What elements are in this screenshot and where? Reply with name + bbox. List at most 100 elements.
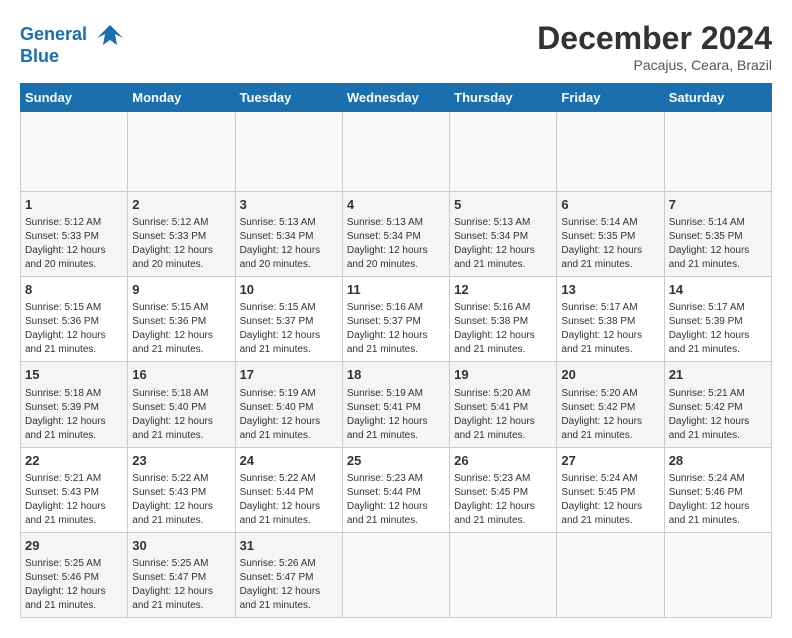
weekday-wednesday: Wednesday — [342, 84, 449, 112]
weekday-tuesday: Tuesday — [235, 84, 342, 112]
calendar-cell: 14 Sunrise: 5:17 AM Sunset: 5:39 PM Dayli… — [664, 277, 771, 362]
day-info: Sunrise: 5:12 AM Sunset: 5:33 PM Dayligh… — [25, 216, 123, 272]
day-info: Sunrise: 5:16 AM Sunset: 5:37 PM Dayligh… — [347, 301, 445, 357]
day-number: 7 — [669, 196, 767, 214]
weekday-header-row: SundayMondayTuesdayWednesdayThursdayFrid… — [21, 84, 772, 112]
calendar-cell: 26 Sunrise: 5:23 AM Sunset: 5:45 PM Dayli… — [450, 447, 557, 532]
weekday-saturday: Saturday — [664, 84, 771, 112]
calendar-cell: 20 Sunrise: 5:20 AM Sunset: 5:42 PM Dayli… — [557, 362, 664, 447]
day-number: 13 — [561, 281, 659, 299]
day-info: Sunrise: 5:20 AM Sunset: 5:41 PM Dayligh… — [454, 387, 552, 443]
calendar-week-4: 22 Sunrise: 5:21 AM Sunset: 5:43 PM Dayli… — [21, 447, 772, 532]
day-number: 22 — [25, 452, 123, 470]
calendar-cell — [21, 112, 128, 192]
day-info: Sunrise: 5:21 AM Sunset: 5:43 PM Dayligh… — [25, 472, 123, 528]
day-info: Sunrise: 5:18 AM Sunset: 5:40 PM Dayligh… — [132, 387, 230, 443]
calendar-cell: 9Sunrise: 5:15 AM Sunset: 5:36 PM Daylig… — [128, 277, 235, 362]
day-number: 3 — [240, 196, 338, 214]
calendar-cell: 22 Sunrise: 5:21 AM Sunset: 5:43 PM Dayli… — [21, 447, 128, 532]
logo-bird-icon — [95, 20, 125, 50]
day-number: 15 — [25, 366, 123, 384]
calendar-week-1: 1Sunrise: 5:12 AM Sunset: 5:33 PM Daylig… — [21, 192, 772, 277]
day-number: 26 — [454, 452, 552, 470]
calendar-cell: 15Sunrise: 5:18 AM Sunset: 5:39 PM Dayli… — [21, 362, 128, 447]
day-info: Sunrise: 5:17 AM Sunset: 5:39 PM Dayligh… — [669, 301, 767, 357]
day-number: 31 — [240, 537, 338, 555]
day-number: 8 — [25, 281, 123, 299]
day-info: Sunrise: 5:13 AM Sunset: 5:34 PM Dayligh… — [454, 216, 552, 272]
calendar-body: 1Sunrise: 5:12 AM Sunset: 5:33 PM Daylig… — [21, 112, 772, 618]
calendar-cell — [342, 112, 449, 192]
day-number: 2 — [132, 196, 230, 214]
weekday-thursday: Thursday — [450, 84, 557, 112]
calendar-cell: 10 Sunrise: 5:15 AM Sunset: 5:37 PM Dayli… — [235, 277, 342, 362]
day-info: Sunrise: 5:23 AM Sunset: 5:45 PM Dayligh… — [454, 472, 552, 528]
calendar-cell: 3Sunrise: 5:13 AM Sunset: 5:34 PM Daylig… — [235, 192, 342, 277]
title-block: December 2024 Pacajus, Ceara, Brazil — [537, 20, 772, 73]
day-info: Sunrise: 5:26 AM Sunset: 5:47 PM Dayligh… — [240, 557, 338, 613]
calendar-cell — [664, 532, 771, 617]
calendar-cell — [664, 112, 771, 192]
calendar-week-2: 8 Sunrise: 5:15 AM Sunset: 5:36 PM Daylig… — [21, 277, 772, 362]
day-info: Sunrise: 5:14 AM Sunset: 5:35 PM Dayligh… — [669, 216, 767, 272]
calendar-cell — [450, 112, 557, 192]
location: Pacajus, Ceara, Brazil — [537, 57, 772, 73]
calendar-cell: 30Sunrise: 5:25 AM Sunset: 5:47 PM Dayli… — [128, 532, 235, 617]
calendar-cell: 25Sunrise: 5:23 AM Sunset: 5:44 PM Dayli… — [342, 447, 449, 532]
day-number: 17 — [240, 366, 338, 384]
day-info: Sunrise: 5:24 AM Sunset: 5:45 PM Dayligh… — [561, 472, 659, 528]
day-info: Sunrise: 5:19 AM Sunset: 5:40 PM Dayligh… — [240, 387, 338, 443]
calendar-cell: 5Sunrise: 5:13 AM Sunset: 5:34 PM Daylig… — [450, 192, 557, 277]
calendar-cell: 31 Sunrise: 5:26 AM Sunset: 5:47 PM Dayli… — [235, 532, 342, 617]
day-info: Sunrise: 5:16 AM Sunset: 5:38 PM Dayligh… — [454, 301, 552, 357]
weekday-monday: Monday — [128, 84, 235, 112]
calendar-table: SundayMondayTuesdayWednesdayThursdayFrid… — [20, 83, 772, 618]
calendar-cell: 21Sunrise: 5:21 AM Sunset: 5:42 PM Dayli… — [664, 362, 771, 447]
day-number: 25 — [347, 452, 445, 470]
calendar-cell: 6Sunrise: 5:14 AM Sunset: 5:35 PM Daylig… — [557, 192, 664, 277]
day-number: 24 — [240, 452, 338, 470]
calendar-cell: 27 Sunrise: 5:24 AM Sunset: 5:45 PM Dayli… — [557, 447, 664, 532]
calendar-cell: 28Sunrise: 5:24 AM Sunset: 5:46 PM Dayli… — [664, 447, 771, 532]
day-info: Sunrise: 5:17 AM Sunset: 5:38 PM Dayligh… — [561, 301, 659, 357]
calendar-cell — [342, 532, 449, 617]
day-number: 20 — [561, 366, 659, 384]
day-number: 23 — [132, 452, 230, 470]
calendar-cell — [450, 532, 557, 617]
day-number: 29 — [25, 537, 123, 555]
weekday-friday: Friday — [557, 84, 664, 112]
day-number: 27 — [561, 452, 659, 470]
day-info: Sunrise: 5:15 AM Sunset: 5:37 PM Dayligh… — [240, 301, 338, 357]
calendar-cell: 18Sunrise: 5:19 AM Sunset: 5:41 PM Dayli… — [342, 362, 449, 447]
day-number: 10 — [240, 281, 338, 299]
day-info: Sunrise: 5:22 AM Sunset: 5:44 PM Dayligh… — [240, 472, 338, 528]
day-info: Sunrise: 5:12 AM Sunset: 5:33 PM Dayligh… — [132, 216, 230, 272]
page-header: General Blue December 2024 Pacajus, Cear… — [20, 20, 772, 73]
calendar-cell: 1Sunrise: 5:12 AM Sunset: 5:33 PM Daylig… — [21, 192, 128, 277]
day-number: 28 — [669, 452, 767, 470]
calendar-cell: 12 Sunrise: 5:16 AM Sunset: 5:38 PM Dayli… — [450, 277, 557, 362]
day-info: Sunrise: 5:13 AM Sunset: 5:34 PM Dayligh… — [347, 216, 445, 272]
calendar-cell: 17 Sunrise: 5:19 AM Sunset: 5:40 PM Dayli… — [235, 362, 342, 447]
logo: General Blue — [20, 20, 125, 67]
day-info: Sunrise: 5:15 AM Sunset: 5:36 PM Dayligh… — [25, 301, 123, 357]
weekday-sunday: Sunday — [21, 84, 128, 112]
calendar-cell: 4Sunrise: 5:13 AM Sunset: 5:34 PM Daylig… — [342, 192, 449, 277]
day-info: Sunrise: 5:14 AM Sunset: 5:35 PM Dayligh… — [561, 216, 659, 272]
calendar-week-0 — [21, 112, 772, 192]
day-number: 14 — [669, 281, 767, 299]
day-info: Sunrise: 5:20 AM Sunset: 5:42 PM Dayligh… — [561, 387, 659, 443]
day-number: 11 — [347, 281, 445, 299]
calendar-cell: 11 Sunrise: 5:16 AM Sunset: 5:37 PM Dayli… — [342, 277, 449, 362]
day-info: Sunrise: 5:15 AM Sunset: 5:36 PM Dayligh… — [132, 301, 230, 357]
logo-general: General — [20, 24, 87, 44]
calendar-week-5: 29Sunrise: 5:25 AM Sunset: 5:46 PM Dayli… — [21, 532, 772, 617]
day-number: 16 — [132, 366, 230, 384]
day-number: 12 — [454, 281, 552, 299]
day-number: 21 — [669, 366, 767, 384]
calendar-cell: 2 Sunrise: 5:12 AM Sunset: 5:33 PM Daylig… — [128, 192, 235, 277]
calendar-cell: 23Sunrise: 5:22 AM Sunset: 5:43 PM Dayli… — [128, 447, 235, 532]
calendar-cell: 13 Sunrise: 5:17 AM Sunset: 5:38 PM Dayli… — [557, 277, 664, 362]
calendar-cell — [235, 112, 342, 192]
calendar-cell: 7 Sunrise: 5:14 AM Sunset: 5:35 PM Daylig… — [664, 192, 771, 277]
